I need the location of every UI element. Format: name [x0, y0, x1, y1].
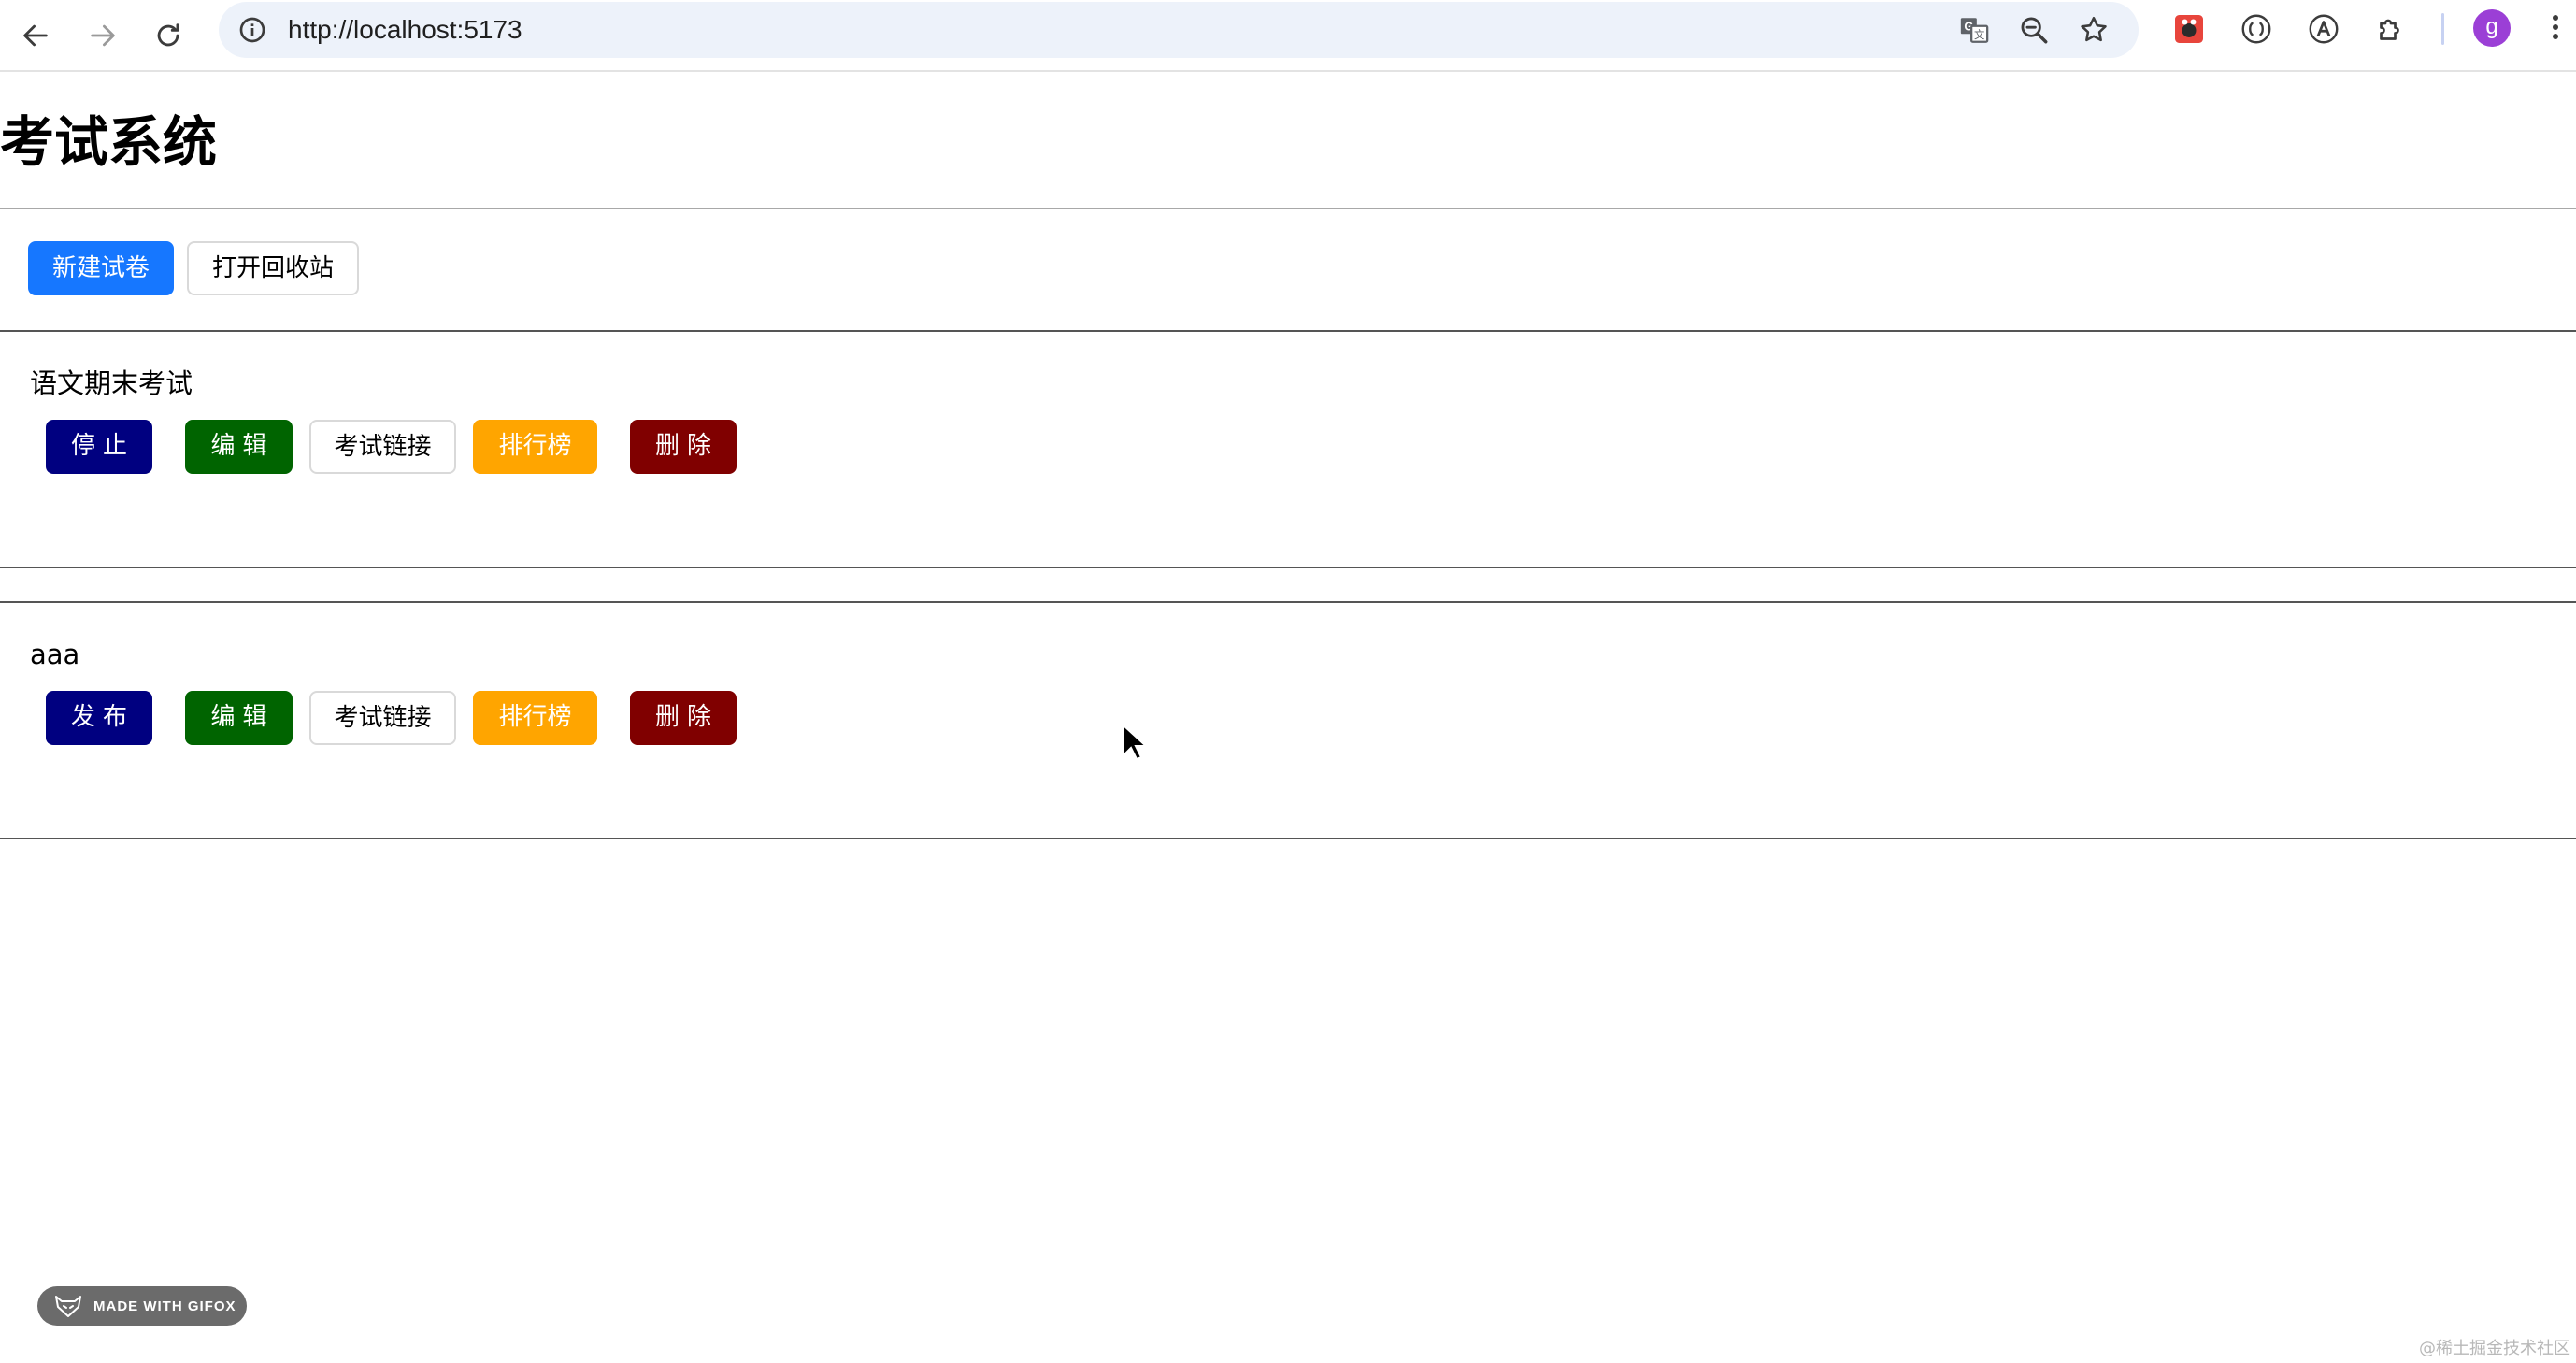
extensions-button[interactable]: [2370, 8, 2411, 50]
delete-exam-button[interactable]: 删除: [630, 691, 737, 745]
star-icon: [2081, 16, 2107, 42]
exam-title: 语文期末考试: [30, 367, 193, 399]
site-info-button[interactable]: [232, 9, 273, 50]
watermark: @稀土掘金技术社区: [2419, 1339, 2570, 1358]
mouse-cursor-icon: [1123, 724, 1146, 761]
exam-divider-top: [0, 601, 2576, 603]
extension-font-button[interactable]: [2303, 8, 2344, 50]
kebab-menu-icon[interactable]: [2544, 11, 2567, 49]
delete-exam-button[interactable]: 删除: [630, 420, 737, 474]
title-divider: [0, 208, 2576, 209]
puzzle-icon: [2380, 19, 2399, 40]
translate-button[interactable]: G 文: [1953, 9, 1995, 50]
open-recycle-bin-button[interactable]: 打开回收站: [187, 241, 359, 295]
forward-button[interactable]: [79, 11, 127, 60]
font-a-icon: [2309, 14, 2339, 44]
exam-divider-bottom: [0, 567, 2576, 568]
reload-button[interactable]: [144, 11, 193, 60]
browser-toolbar: http://localhost:5173 G 文 g: [0, 0, 2576, 72]
arrow-left-icon: [23, 24, 48, 47]
leaderboard-button[interactable]: 排行榜: [473, 420, 597, 474]
bug-icon: [2175, 15, 2203, 43]
exam-title: aaa: [30, 638, 80, 670]
back-button[interactable]: [11, 11, 60, 60]
fox-icon: [55, 1296, 81, 1317]
gifox-badge: MADE WITH GIFOX: [37, 1286, 247, 1326]
toolbar-divider-line: [0, 330, 2576, 332]
translate-icon: G 文: [1960, 18, 1989, 43]
exam-link-button[interactable]: 考试链接: [309, 691, 456, 745]
bookmark-button[interactable]: [2073, 9, 2114, 50]
publish-exam-button[interactable]: 发布: [46, 691, 152, 745]
page-title: 考试系统: [0, 110, 218, 174]
toolbar-divider: [2441, 13, 2444, 45]
stop-exam-button[interactable]: 停止: [46, 420, 152, 474]
svg-text:文: 文: [1974, 28, 1984, 41]
zoom-out-icon: [2021, 17, 2048, 44]
edit-exam-button[interactable]: 编辑: [185, 420, 293, 474]
url-text[interactable]: http://localhost:5173: [288, 2, 522, 58]
zoom-button[interactable]: [2013, 9, 2054, 50]
leaderboard-button[interactable]: 排行榜: [473, 691, 597, 745]
exam-link-button[interactable]: 考试链接: [309, 420, 456, 474]
gifox-badge-text: MADE WITH GIFOX: [93, 1298, 236, 1314]
exam-divider-bottom: [0, 838, 2576, 839]
extension-bracket-button[interactable]: [2236, 8, 2277, 50]
reload-icon: [157, 23, 179, 47]
edit-exam-button[interactable]: 编辑: [185, 691, 293, 745]
profile-avatar[interactable]: g: [2473, 9, 2511, 47]
extension-bug-button[interactable]: [2168, 8, 2210, 50]
arrow-right-icon: [91, 24, 115, 47]
info-icon: [239, 17, 265, 43]
new-exam-button[interactable]: 新建试卷: [28, 241, 174, 295]
bracket-icon: [2241, 14, 2271, 44]
address-bar[interactable]: http://localhost:5173 G 文: [219, 2, 2139, 58]
